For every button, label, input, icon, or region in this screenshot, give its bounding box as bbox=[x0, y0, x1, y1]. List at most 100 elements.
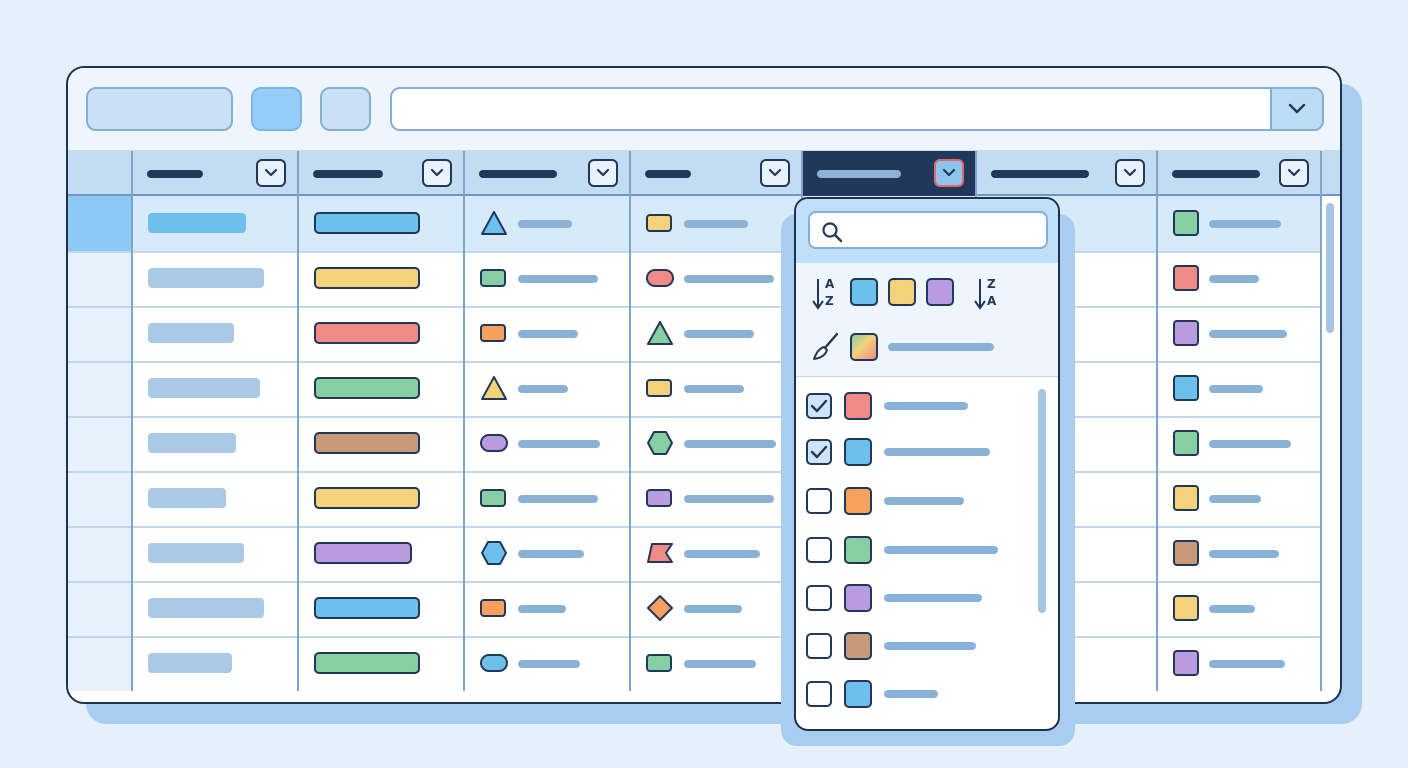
column-header-4[interactable] bbox=[629, 151, 801, 196]
tag-red[interactable] bbox=[314, 322, 420, 344]
sort-z-a-letter-top: Z bbox=[987, 277, 996, 291]
filter-search-input[interactable] bbox=[808, 211, 1048, 249]
filter-value-label bbox=[884, 546, 998, 554]
cell-text bbox=[684, 220, 748, 228]
filter-checkbox[interactable] bbox=[806, 585, 832, 611]
column-header-6[interactable] bbox=[975, 151, 1156, 196]
cell-text bbox=[1209, 495, 1261, 503]
column-header-5[interactable] bbox=[801, 151, 975, 196]
table-row[interactable] bbox=[68, 526, 1320, 581]
table-row[interactable] bbox=[68, 581, 1320, 636]
tag-yellow[interactable] bbox=[314, 267, 420, 289]
row-header[interactable] bbox=[68, 636, 131, 691]
square-icon bbox=[480, 269, 506, 287]
table-row[interactable] bbox=[68, 361, 1320, 416]
color-square bbox=[1173, 320, 1199, 346]
sort-z-a-icon[interactable]: Z A bbox=[974, 277, 1004, 311]
cell-text bbox=[148, 213, 246, 233]
column-filter-button[interactable] bbox=[256, 159, 286, 187]
vertical-scrollbar[interactable] bbox=[1326, 203, 1334, 333]
column-header-3[interactable] bbox=[463, 151, 629, 196]
column-header-2[interactable] bbox=[297, 151, 463, 196]
table-row[interactable] bbox=[68, 196, 1320, 251]
cell-text bbox=[148, 268, 264, 288]
table-row[interactable] bbox=[68, 416, 1320, 471]
filter-checkbox[interactable] bbox=[806, 633, 832, 659]
tag-yellow[interactable] bbox=[314, 487, 420, 509]
row-header[interactable] bbox=[68, 581, 131, 636]
tag-green[interactable] bbox=[314, 377, 420, 399]
cell-text bbox=[518, 660, 580, 668]
row-header[interactable] bbox=[68, 361, 131, 416]
color-square bbox=[1173, 265, 1199, 291]
pill-icon bbox=[480, 654, 508, 672]
triangle-icon bbox=[481, 376, 507, 400]
color-square bbox=[1173, 210, 1199, 236]
sort-z-a-letter-bottom: A bbox=[987, 294, 997, 308]
row-header[interactable] bbox=[68, 306, 131, 361]
swatch-blue[interactable] bbox=[850, 278, 878, 306]
square-icon bbox=[480, 599, 506, 617]
row-header[interactable] bbox=[68, 471, 131, 526]
table-row[interactable] bbox=[68, 471, 1320, 526]
square-icon bbox=[480, 324, 506, 342]
paint-brush-icon[interactable] bbox=[810, 331, 842, 363]
row-divider bbox=[68, 471, 1320, 473]
row-header[interactable] bbox=[68, 526, 131, 581]
filter-checkbox[interactable] bbox=[806, 488, 832, 514]
cell-text bbox=[518, 550, 584, 558]
column-filter-button[interactable] bbox=[588, 159, 618, 187]
row-header[interactable] bbox=[68, 196, 131, 251]
sort-a-z-icon[interactable]: A Z bbox=[812, 277, 842, 311]
swatch-yellow[interactable] bbox=[888, 278, 916, 306]
triangle-icon bbox=[647, 321, 673, 345]
cell-text bbox=[1209, 440, 1291, 448]
cell-text bbox=[684, 275, 774, 283]
cell-text bbox=[1209, 330, 1287, 338]
tag-blue[interactable] bbox=[314, 597, 420, 619]
table-row[interactable] bbox=[68, 306, 1320, 361]
filter-list-scrollbar[interactable] bbox=[1038, 389, 1046, 613]
checkmark-icon bbox=[810, 445, 828, 459]
color-palette-icon[interactable] bbox=[850, 333, 878, 361]
cell-text bbox=[1209, 385, 1263, 393]
column-filter-button[interactable] bbox=[934, 159, 964, 187]
cell-text bbox=[518, 330, 578, 338]
color-square bbox=[1173, 540, 1199, 566]
tag-green[interactable] bbox=[314, 652, 420, 674]
tag-blue[interactable] bbox=[314, 212, 420, 234]
column-header-1[interactable] bbox=[131, 151, 297, 196]
cell-text bbox=[148, 433, 236, 453]
column-filter-button[interactable] bbox=[1279, 159, 1309, 187]
color-square bbox=[1173, 430, 1199, 456]
filter-checkbox[interactable] bbox=[806, 439, 832, 465]
cell-text bbox=[684, 440, 776, 448]
filter-color-orange bbox=[844, 487, 872, 515]
color-square bbox=[1173, 595, 1199, 621]
tag-brown[interactable] bbox=[314, 432, 420, 454]
column-filter-button[interactable] bbox=[1115, 159, 1145, 187]
row-divider bbox=[68, 581, 1320, 583]
filter-checkbox[interactable] bbox=[806, 537, 832, 563]
filter-value-label bbox=[884, 642, 976, 650]
search-icon bbox=[822, 222, 843, 243]
table-row[interactable] bbox=[68, 251, 1320, 306]
filter-checkbox[interactable] bbox=[806, 681, 832, 707]
column-title bbox=[1172, 170, 1260, 178]
cell-text bbox=[148, 653, 232, 673]
column-header-7[interactable] bbox=[1156, 151, 1320, 196]
cell-text bbox=[518, 605, 566, 613]
swatch-purple[interactable] bbox=[926, 278, 954, 306]
tag-purple[interactable] bbox=[314, 542, 412, 564]
filter-checkbox[interactable] bbox=[806, 393, 832, 419]
row-header[interactable] bbox=[68, 251, 131, 306]
cell-text bbox=[148, 488, 226, 508]
column-filter-button[interactable] bbox=[422, 159, 452, 187]
hexagon-icon bbox=[647, 431, 673, 455]
filter-value-label bbox=[884, 448, 990, 456]
checkmark-icon bbox=[810, 399, 828, 413]
table-row[interactable] bbox=[68, 636, 1320, 691]
chevron-down-icon bbox=[264, 168, 278, 177]
column-filter-button[interactable] bbox=[760, 159, 790, 187]
row-header[interactable] bbox=[68, 416, 131, 471]
